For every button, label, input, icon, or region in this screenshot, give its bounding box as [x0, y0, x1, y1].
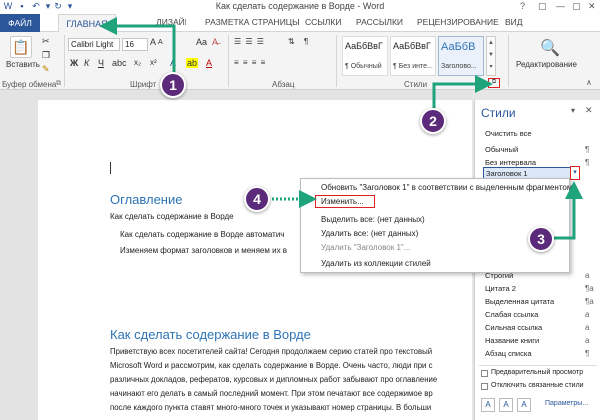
step-badge-1: 1: [160, 72, 186, 98]
annotation-arrows: [99, 17, 583, 240]
step-badge-2: 2: [420, 108, 446, 134]
arrow-2: [432, 75, 493, 110]
arrow-1: [99, 17, 176, 80]
step-badge-3: 3: [528, 226, 554, 252]
arrow-3: [554, 181, 583, 240]
step-badge-4: 4: [244, 186, 270, 212]
